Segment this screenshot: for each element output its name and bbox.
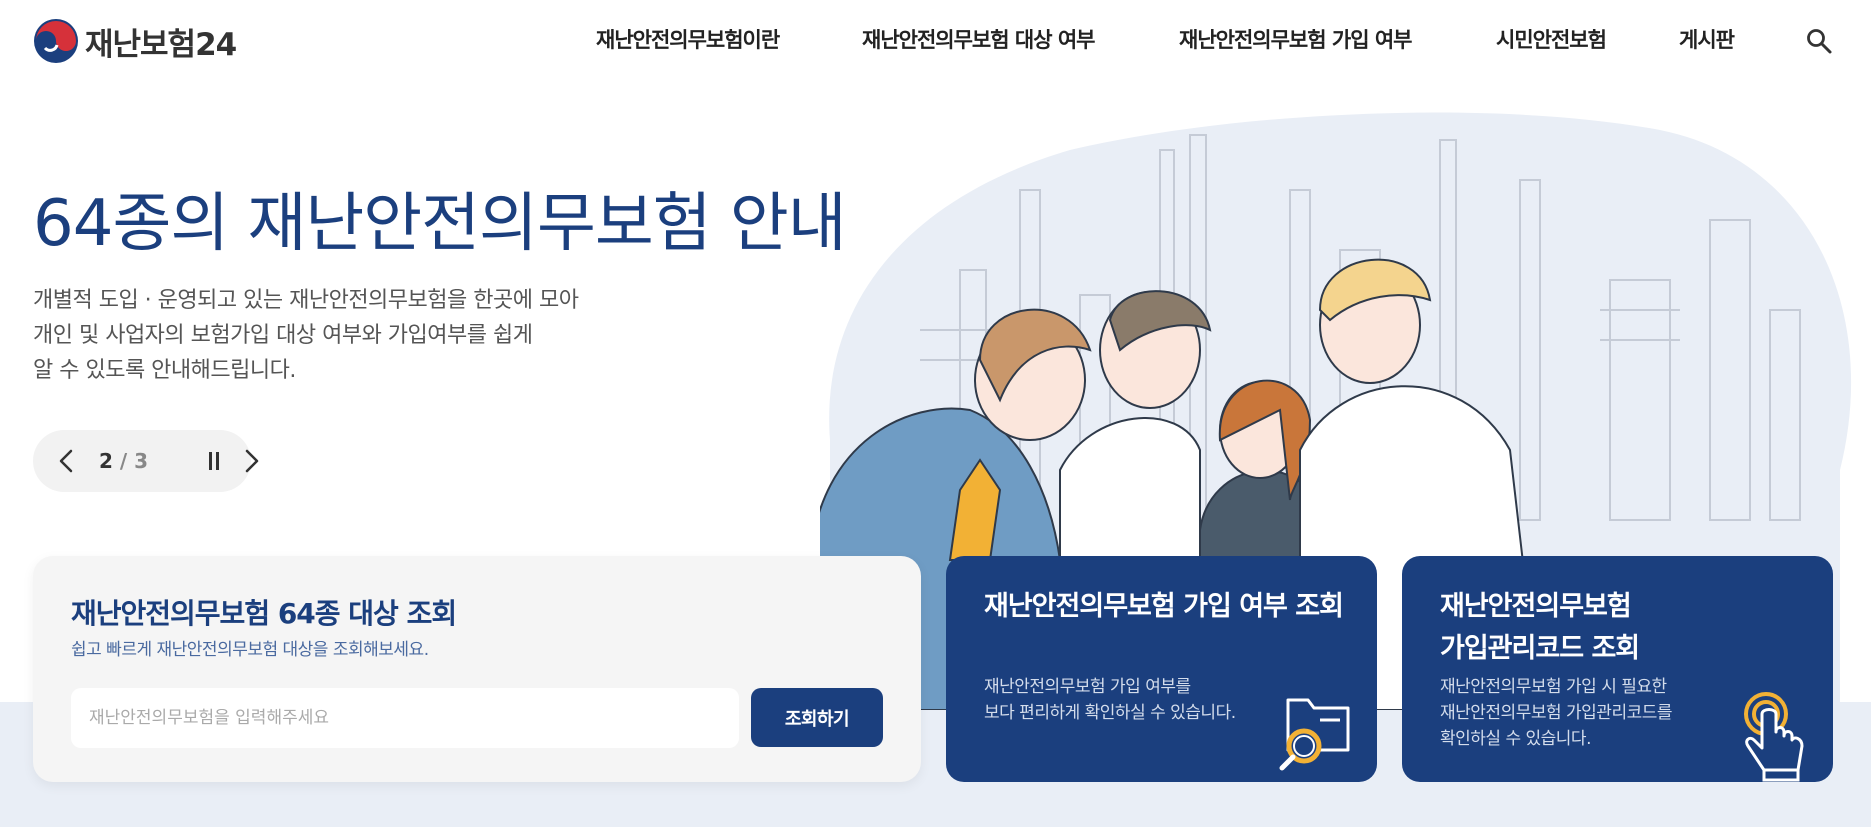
pause-icon[interactable]: [201, 448, 227, 474]
search-icon[interactable]: [1805, 27, 1833, 55]
card-description-line: 보다 편리하게 확인하실 수 있습니다.: [984, 703, 1236, 723]
target-search-card: 재난안전의무보험 64종 대상 조회 쉽고 빠르게 재난안전의무보험 대상을 조…: [33, 556, 921, 782]
logo-text: 재난보험24: [85, 26, 237, 63]
slide-counter: 2 / 3: [99, 449, 148, 473]
hero-description-line: 개별적 도입 · 운영되고 있는 재난안전의무보험을 한곳에 모아: [33, 288, 579, 313]
folder-search-icon: [1279, 698, 1350, 771]
site-logo[interactable]: 재난보험24: [33, 18, 237, 64]
nav-item-citizen-insurance[interactable]: 시민안전보험: [1496, 24, 1607, 54]
search-card-subtitle: 쉽고 빠르게 재난안전의무보험 대상을 조회해보세요.: [71, 640, 429, 660]
management-code-card[interactable]: 재난안전의무보험 가입관리코드 조회 재난안전의무보험 가입 시 필요한 재난안…: [1402, 556, 1833, 782]
touch-hand-icon: [1744, 692, 1804, 782]
slider-controls: 2 / 3: [33, 430, 259, 492]
card-description-line: 재난안전의무보험 가입 여부를: [984, 677, 1191, 697]
taegeuk-logo-icon: [34, 19, 78, 63]
enrollment-check-card[interactable]: 재난안전의무보험 가입 여부 조회 재난안전의무보험 가입 여부를 보다 편리하…: [946, 556, 1377, 782]
card-description: 재난안전의무보험 가입 여부를 보다 편리하게 확인하실 수 있습니다.: [984, 674, 1236, 726]
search-submit-button[interactable]: 조회하기: [751, 688, 883, 747]
card-description: 재난안전의무보험 가입 시 필요한 재난안전의무보험 가입관리코드를 확인하실 …: [1440, 674, 1673, 752]
slide-current: 2: [99, 449, 113, 473]
card-description-line: 재난안전의무보험 가입관리코드를: [1440, 703, 1673, 723]
hero-title: 64종의 재난안전의무보험 안내: [33, 187, 847, 261]
site-header: 재난보험24 재난안전의무보험이란 재난안전의무보험 대상 여부 재난안전의무보…: [0, 0, 1871, 82]
card-title-line: 가입관리코드 조회: [1440, 633, 1640, 664]
nav-item-target-check[interactable]: 재난안전의무보험 대상 여부: [862, 24, 1095, 54]
card-description-line: 재난안전의무보험 가입 시 필요한: [1440, 677, 1667, 697]
hero-description-line: 알 수 있도록 안내해드립니다.: [33, 358, 296, 383]
insurance-search-input[interactable]: [71, 688, 739, 748]
hero-description-line: 개인 및 사업자의 보험가입 대상 여부와 가입여부를 쉽게: [33, 323, 533, 348]
chevron-left-icon[interactable]: [53, 447, 81, 475]
nav-item-about[interactable]: 재난안전의무보험이란: [596, 24, 780, 54]
nav-item-board[interactable]: 게시판: [1679, 24, 1735, 54]
card-title: 재난안전의무보험 가입 여부 조회: [984, 591, 1344, 622]
card-title: 재난안전의무보험 가입관리코드 조회: [1440, 586, 1810, 670]
slide-total: 3: [134, 449, 149, 473]
chevron-right-icon[interactable]: [237, 447, 265, 475]
slide-separator: /: [119, 449, 128, 473]
card-title-line: 재난안전의무보험: [1440, 591, 1632, 622]
hero-description: 개별적 도입 · 운영되고 있는 재난안전의무보험을 한곳에 모아 개인 및 사…: [33, 283, 673, 388]
card-description-line: 확인하실 수 있습니다.: [1440, 729, 1591, 749]
nav-item-enrollment-check[interactable]: 재난안전의무보험 가입 여부: [1179, 24, 1412, 54]
search-card-title: 재난안전의무보험 64종 대상 조회: [71, 597, 457, 630]
